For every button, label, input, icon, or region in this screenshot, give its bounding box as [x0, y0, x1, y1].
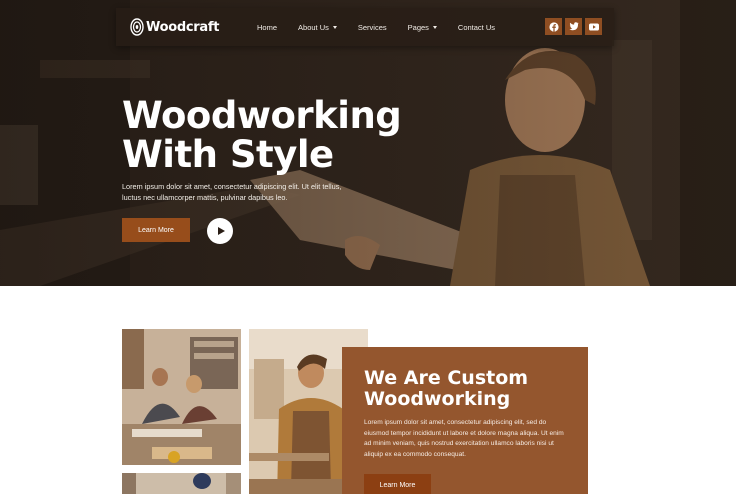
brand-logo[interactable]: Woodcraft [130, 17, 219, 37]
nav-item-label: Pages [407, 22, 429, 32]
nav-item-about-us[interactable]: About Us [298, 23, 337, 32]
wood-grain-icon [130, 18, 144, 36]
hero-title: Woodworking With Style [122, 94, 402, 176]
chevron-down-icon [432, 25, 437, 29]
button-label: Learn More [138, 226, 174, 234]
youtube-icon [588, 23, 599, 30]
about-text: Lorem ipsum dolor sit amet, consectetur … [364, 419, 564, 458]
nav-item-pages[interactable]: Pages [408, 23, 437, 32]
chevron-down-icon [332, 25, 337, 29]
facebook-icon [548, 21, 559, 32]
brand-name: Woodcraft [146, 19, 220, 35]
nav-item-label: Contact Us [457, 22, 496, 32]
twitter-icon [568, 22, 579, 31]
workshop-photo-secondary [122, 473, 241, 494]
nav-item-label: Services [357, 22, 387, 32]
nav-item-contact-us[interactable]: Contact Us [458, 23, 495, 32]
nav-item-home[interactable]: Home [257, 23, 277, 32]
workshop-team-photo [122, 329, 241, 465]
play-icon [217, 227, 225, 235]
button-label: Learn More [379, 481, 416, 489]
about-section: We Are Custom Woodworking Lorem ipsum do… [0, 286, 736, 494]
facebook-button[interactable] [545, 18, 562, 35]
nav-item-services[interactable]: Services [358, 23, 387, 32]
nav-menu: Home About Us Services Pages Contact Us [257, 8, 516, 46]
nav-item-label: About Us [298, 22, 329, 32]
about-title: We Are Custom Woodworking [364, 367, 529, 410]
hero-description: Lorem ipsum dolor sit amet, consectetur … [122, 182, 342, 202]
hero-learn-more-button[interactable]: Learn More [122, 218, 190, 242]
nav-item-label: Home [257, 22, 278, 32]
about-card: We Are Custom Woodworking Lorem ipsum do… [342, 347, 588, 494]
play-video-button[interactable] [207, 218, 233, 244]
social-links [545, 18, 602, 35]
twitter-button[interactable] [565, 18, 582, 35]
youtube-button[interactable] [585, 18, 602, 35]
about-learn-more-button[interactable]: Learn More [364, 474, 431, 494]
navbar: Woodcraft Home About Us Services Pages C… [116, 8, 614, 46]
